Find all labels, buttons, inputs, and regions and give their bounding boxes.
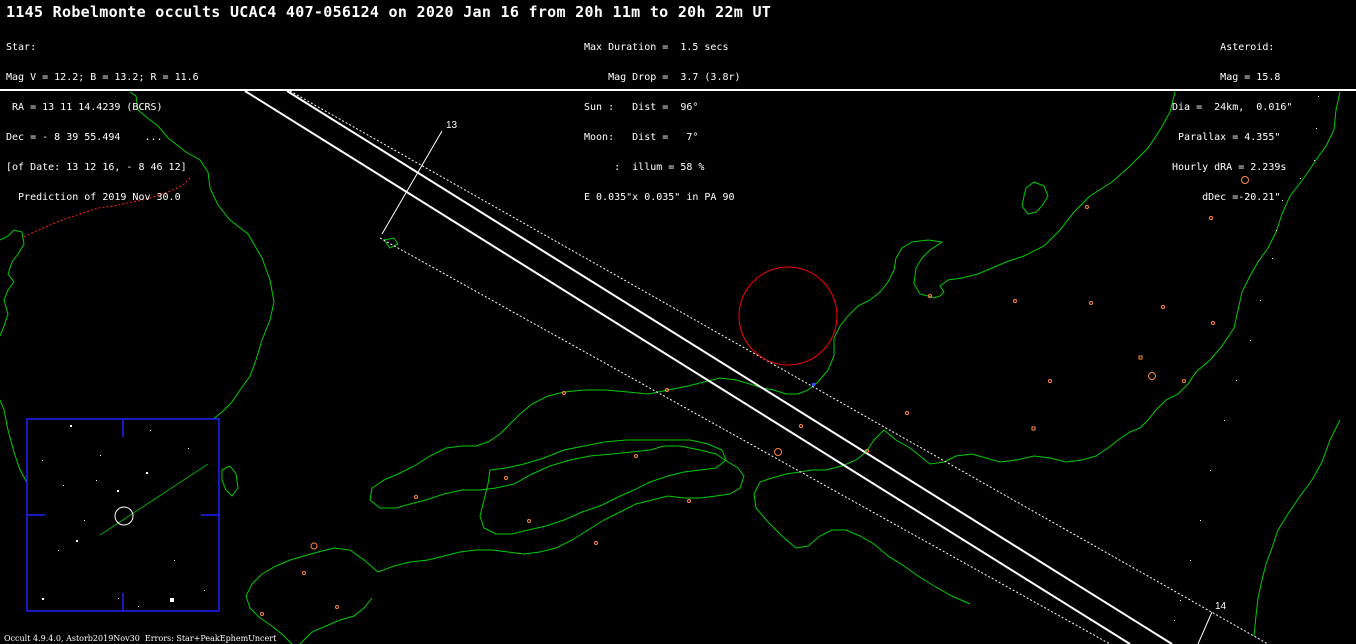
- event-info-line: Sun : Dist = 96°: [584, 102, 699, 113]
- event-info-line: Max Duration = 1.5 secs: [584, 42, 729, 53]
- event-info-line: E 0.035"x 0.035" in PA 90: [584, 192, 735, 203]
- city-marker: [905, 411, 909, 415]
- star-info-line: RA = 13 11 14.4239 (BCRS): [6, 102, 163, 113]
- coastline-oki: [383, 237, 399, 249]
- star-info-line: Star:: [6, 42, 37, 53]
- city-marker: [504, 476, 508, 480]
- city-marker: [1013, 299, 1017, 303]
- header-divider: [0, 89, 1356, 91]
- city-marker: [687, 499, 691, 503]
- city-marker: [928, 294, 932, 298]
- city-marker: [1031, 426, 1036, 431]
- star-info-line: Prediction of 2019 Nov 30.0: [6, 192, 181, 203]
- star-info-line: Dec = - 8 39 55.494 ...: [6, 132, 163, 143]
- time-label-13: 13: [446, 120, 458, 131]
- city-markers: [260, 176, 1249, 616]
- coastline-tsushima: [221, 465, 239, 497]
- star-finder-chart: [26, 418, 220, 612]
- coastline-east-coast: [1253, 419, 1341, 637]
- city-marker: [1085, 205, 1089, 209]
- city-marker: [414, 495, 418, 499]
- asteroid-info: Asteroid: Mag = 15.8 Dia = 24km, 0.016" …: [1172, 23, 1292, 223]
- city-marker: [1148, 372, 1156, 380]
- asteroid-info-line: Asteroid:: [1220, 42, 1293, 53]
- city-marker: [335, 605, 339, 609]
- coastline-honshu-north: [749, 91, 1176, 395]
- city-marker: [1138, 355, 1143, 360]
- asteroid-info-line: Dia = 24km, 0.016": [1172, 102, 1293, 113]
- star-info-line: Mag V = 12.2; B = 13.2; R = 11.6: [6, 72, 199, 83]
- event-info-line: Moon: Dist = 7°: [584, 132, 699, 143]
- city-marker: [260, 612, 264, 616]
- city-marker: [1161, 305, 1165, 309]
- uncertainty-circle: [738, 266, 838, 366]
- star-info-line: [of Date: 13 12 16, - 8 46 12]: [6, 162, 187, 173]
- coastline-kyushu: [245, 547, 379, 644]
- observer-marker: [812, 383, 815, 386]
- city-marker: [634, 454, 638, 458]
- city-marker: [527, 519, 531, 523]
- coastline-sado: [1021, 181, 1049, 215]
- time-label-14: 14: [1215, 601, 1227, 612]
- occultation-map-window: 13 14 1145 Robelmonte occults UCAC4 407-…: [0, 0, 1356, 644]
- event-info-line: Mag Drop = 3.7 (3.8r): [584, 72, 741, 83]
- city-marker: [562, 391, 566, 395]
- city-marker: [1182, 379, 1186, 383]
- time-tick-14: [1197, 611, 1213, 644]
- city-marker: [1089, 301, 1093, 305]
- asteroid-info-line: Hourly dRA = 2.239s: [1172, 162, 1293, 173]
- asteroid-info-line: Mag = 15.8: [1220, 72, 1293, 83]
- coastline-honshu-west: [369, 377, 751, 573]
- asteroid-info-line: Parallax = 4.355": [1178, 132, 1293, 143]
- event-info: Max Duration = 1.5 secs Mag Drop = 3.7 (…: [584, 23, 741, 223]
- city-marker: [1211, 321, 1215, 325]
- footer-credits: Occult 4.9.4.0, Astorb2019Nov30 Errors: …: [4, 634, 277, 643]
- city-marker: [302, 571, 306, 575]
- coastline-kyushu-2: [299, 597, 373, 644]
- event-title: 1145 Robelmonte occults UCAC4 407-056124…: [6, 3, 772, 21]
- event-info-line: : illum = 58 %: [584, 162, 705, 173]
- star-info: Star: Mag V = 12.2; B = 13.2; R = 11.6 R…: [6, 23, 199, 223]
- city-marker: [774, 448, 782, 456]
- coastline-shikoku: [479, 439, 727, 535]
- city-marker: [799, 424, 803, 428]
- asteroid-info-line: dDec =-20.21": [1202, 192, 1293, 203]
- coastline-korea-west: [0, 229, 25, 337]
- city-marker: [1048, 379, 1052, 383]
- city-marker: [594, 541, 598, 545]
- finder-frame: [26, 418, 220, 612]
- city-marker: [310, 542, 318, 550]
